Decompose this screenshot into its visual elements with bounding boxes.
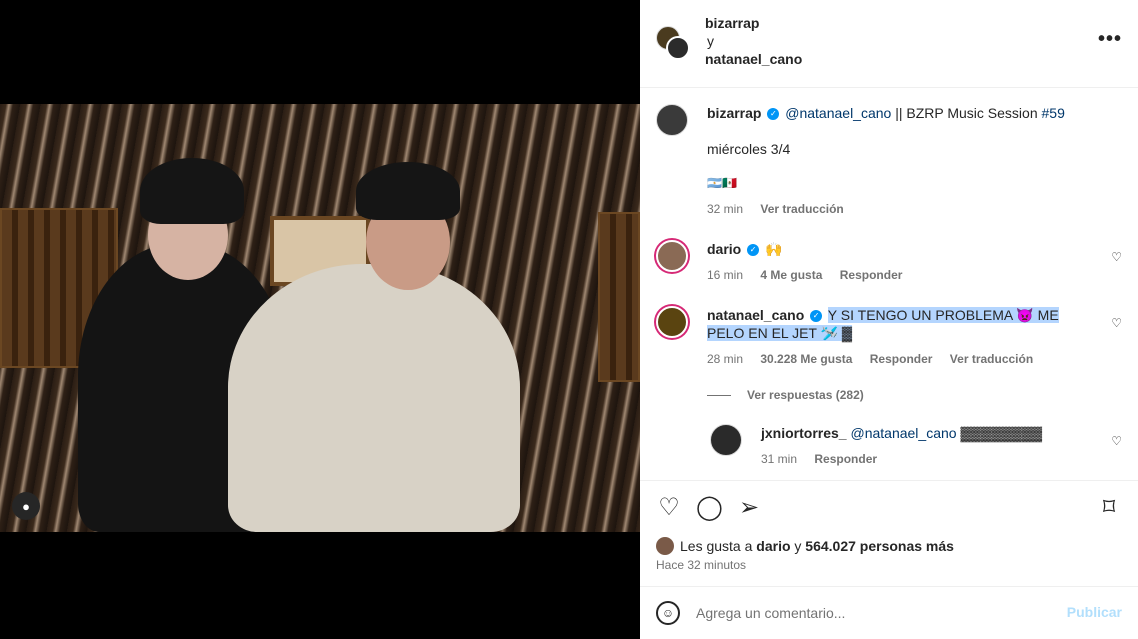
comment-heart-icon[interactable]: ♡	[1111, 434, 1122, 448]
see-translation-link[interactable]: Ver traducción	[760, 202, 843, 216]
comment-icon[interactable]: ◯	[696, 495, 723, 521]
bookmark-icon[interactable]: ⌑	[1096, 495, 1122, 521]
comment-input[interactable]	[696, 601, 1036, 625]
user-tag-icon[interactable]: ●	[12, 492, 40, 520]
comment-heart-icon[interactable]: ♡	[1111, 316, 1122, 330]
likes-mid: y	[790, 538, 806, 554]
header-username-2[interactable]: natanael_cano	[705, 50, 802, 68]
likes-count[interactable]: 564.027 personas más	[805, 538, 954, 554]
avatar	[656, 537, 674, 555]
comment-time[interactable]: 28 min	[707, 352, 743, 366]
view-replies-button[interactable]: Ver respuestas (282)	[747, 388, 864, 402]
reply-time[interactable]: 31 min	[761, 452, 797, 466]
reply-button[interactable]: Responder	[870, 352, 933, 366]
caption-line2: miércoles 3/4	[707, 141, 791, 157]
post-actions: ♡ ◯ ➢ ⌑ Les gusta a dario y 564.027 pers…	[640, 481, 1138, 587]
comment-heart-icon[interactable]: ♡	[1111, 250, 1122, 264]
comment-likes[interactable]: 4 Me gusta	[760, 268, 822, 282]
acoustic-panel-right	[598, 212, 640, 382]
comment-username[interactable]: dario	[707, 241, 741, 257]
reply-mention[interactable]: @natanael_cano	[850, 425, 956, 441]
caption-time[interactable]: 32 min	[707, 202, 743, 216]
comment-time[interactable]: 16 min	[707, 268, 743, 282]
caption-flags: 🇦🇷🇲🇽	[707, 176, 737, 190]
comment-item: dario ✓ 🙌 16 min 4 Me gusta Responder ♡	[656, 240, 1122, 282]
collab-usernames: bizarrap y natanael_cano	[705, 14, 802, 68]
see-translation-link[interactable]: Ver traducción	[950, 352, 1033, 366]
replies-divider	[707, 395, 731, 397]
comment-composer: ☺ Publicar	[640, 587, 1138, 639]
avatar[interactable]	[666, 36, 690, 60]
caption-text: || BZRP Music Session	[891, 105, 1042, 121]
caption-hashtag[interactable]: #59	[1042, 105, 1065, 121]
avatar[interactable]	[656, 240, 688, 272]
likes-summary[interactable]: Les gusta a dario y 564.027 personas más	[656, 537, 954, 555]
emoji-icon[interactable]: ☺	[656, 601, 680, 625]
post-photo[interactable]	[0, 104, 640, 532]
share-icon[interactable]: ➢	[736, 495, 762, 521]
person-right-cap	[356, 162, 460, 220]
reply-username[interactable]: jxniortorres_	[761, 425, 847, 441]
reply-text: ▓▓▓▓▓▓▓▓	[956, 425, 1043, 441]
avatar[interactable]	[656, 104, 688, 136]
likes-user[interactable]: dario	[756, 538, 790, 554]
caption-mention[interactable]: @natanael_cano	[785, 105, 891, 121]
comment-text: 🙌	[765, 241, 783, 257]
reply-button[interactable]: Responder	[814, 452, 877, 466]
header-joiner: y	[707, 33, 714, 49]
avatar[interactable]	[656, 306, 688, 338]
reply-item: jxniortorres_ @natanael_cano ▓▓▓▓▓▓▓▓ 31…	[710, 424, 1122, 466]
heart-icon[interactable]: ♡	[656, 495, 682, 521]
verified-icon: ✓	[767, 108, 780, 121]
post-media[interactable]: ●	[0, 0, 640, 639]
person-right-jacket	[228, 264, 520, 532]
post-header: bizarrap y natanael_cano •••	[640, 0, 1138, 88]
verified-icon: ✓	[810, 310, 823, 323]
verified-icon: ✓	[747, 244, 760, 257]
comment-username[interactable]: natanael_cano	[707, 307, 804, 323]
avatar[interactable]	[710, 424, 742, 456]
header-username-1[interactable]: bizarrap	[705, 14, 802, 32]
likes-prefix: Les gusta a	[680, 538, 757, 554]
comments-list[interactable]: bizarrap ✓ @natanael_cano || BZRP Music …	[640, 88, 1138, 481]
post-side-panel: bizarrap y natanael_cano ••• bizarrap ✓ …	[640, 0, 1138, 639]
more-options-button[interactable]: •••	[1096, 29, 1124, 54]
caption-username[interactable]: bizarrap	[707, 105, 761, 121]
comment-item: natanael_cano ✓ Y SI TENGO UN PROBLEMA 👿…	[656, 306, 1122, 406]
post-caption: bizarrap ✓ @natanael_cano || BZRP Music …	[656, 104, 1122, 224]
person-left-cap	[140, 158, 244, 224]
reply-button[interactable]: Responder	[840, 268, 903, 282]
post-comment-button[interactable]: Publicar	[1067, 604, 1122, 620]
post-timestamp[interactable]: Hace 32 minutos	[656, 558, 746, 572]
comment-likes[interactable]: 30.228 Me gusta	[760, 352, 852, 366]
